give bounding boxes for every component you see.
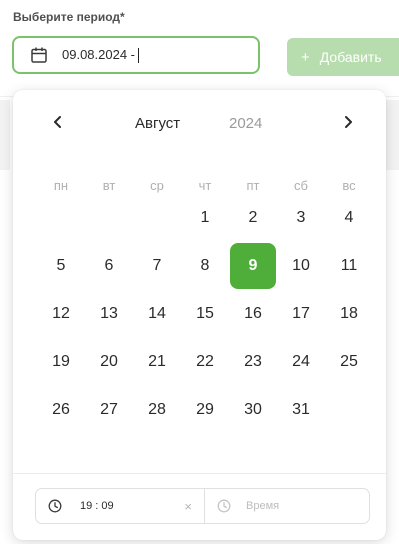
background-panel-right (386, 100, 399, 170)
period-label-text: Выберите период (13, 10, 121, 24)
day-cell[interactable]: 8 (182, 243, 228, 289)
day-cell[interactable]: 31 (278, 387, 324, 433)
month-selector[interactable]: Август (135, 115, 180, 132)
weekday-label: вс (342, 178, 356, 193)
year-selector[interactable]: 2024 (229, 115, 262, 132)
day-cell[interactable]: 4 (326, 195, 372, 241)
day-grid: 1 2 3 4 5 6 7 8 9 10 11 12 13 14 15 16 17 18 19 20 21 22 23 24 2… (37, 209, 377, 478)
day-cell-selected[interactable]: 9 (230, 243, 276, 289)
weekday-header: пн вт ср чт пт сб вс (37, 178, 367, 196)
day-cell[interactable]: 12 (38, 291, 84, 337)
add-button[interactable]: + Добавить (287, 38, 399, 76)
calendar-popup: Август 2024 пн вт ср чт пт сб вс 1 2 3 4 5 6 7 8 9 10 11… (13, 90, 386, 540)
clock-icon (48, 499, 62, 513)
day-cell[interactable]: 18 (326, 291, 372, 337)
day-cell[interactable]: 15 (182, 291, 228, 337)
day-cell[interactable]: 19 (38, 339, 84, 385)
chevron-right-icon[interactable] (336, 110, 360, 134)
day-cell[interactable]: 28 (134, 387, 180, 433)
end-time-placeholder: Время (246, 500, 280, 512)
day-cell[interactable]: 26 (38, 387, 84, 433)
chevron-left-icon[interactable] (46, 110, 70, 134)
weekday-label: пн (53, 178, 69, 193)
day-cell[interactable]: 29 (182, 387, 228, 433)
background-panel-left (0, 100, 10, 170)
plus-icon: + (301, 48, 310, 66)
date-value-text: 09.08.2024 - (62, 46, 136, 62)
day-cell[interactable]: 24 (278, 339, 324, 385)
day-cell[interactable]: 10 (278, 243, 324, 289)
day-cell[interactable]: 11 (326, 243, 372, 289)
required-mark: * (120, 10, 125, 24)
day-cell[interactable]: 27 (86, 387, 132, 433)
day-cell[interactable]: 6 (86, 243, 132, 289)
weekday-label: ср (150, 178, 164, 193)
day-cell[interactable]: 7 (134, 243, 180, 289)
period-label: Выберите период* (13, 10, 125, 24)
day-cell[interactable]: 5 (38, 243, 84, 289)
day-cell[interactable]: 22 (182, 339, 228, 385)
day-cell[interactable]: 14 (134, 291, 180, 337)
date-input-value: 09.08.2024 - (62, 46, 140, 64)
weekday-label: сб (294, 178, 308, 193)
clock-icon (217, 499, 231, 513)
add-button-label: Добавить (319, 49, 382, 65)
day-cell[interactable]: 21 (134, 339, 180, 385)
popup-divider (13, 473, 386, 474)
day-cell[interactable]: 2 (230, 195, 276, 241)
weekday-label: чт (198, 178, 212, 193)
weekday-label: пт (246, 178, 260, 193)
end-time-input[interactable]: Время (204, 488, 370, 524)
day-cell[interactable]: 17 (278, 291, 324, 337)
day-cell[interactable]: 3 (278, 195, 324, 241)
close-icon[interactable]: × (184, 499, 192, 514)
day-cell[interactable]: 16 (230, 291, 276, 337)
start-time-input[interactable]: 19 : 09 × (35, 488, 204, 524)
text-caret (138, 48, 140, 64)
start-time-value: 19 : 09 (80, 500, 114, 512)
day-cell[interactable]: 30 (230, 387, 276, 433)
day-cell[interactable]: 13 (86, 291, 132, 337)
day-cell[interactable]: 1 (182, 195, 228, 241)
calendar-icon (30, 46, 48, 64)
weekday-label: вт (102, 178, 116, 193)
day-cell[interactable]: 25 (326, 339, 372, 385)
date-range-input[interactable]: 09.08.2024 - (12, 36, 260, 74)
day-cell[interactable]: 20 (86, 339, 132, 385)
day-cell[interactable]: 23 (230, 339, 276, 385)
